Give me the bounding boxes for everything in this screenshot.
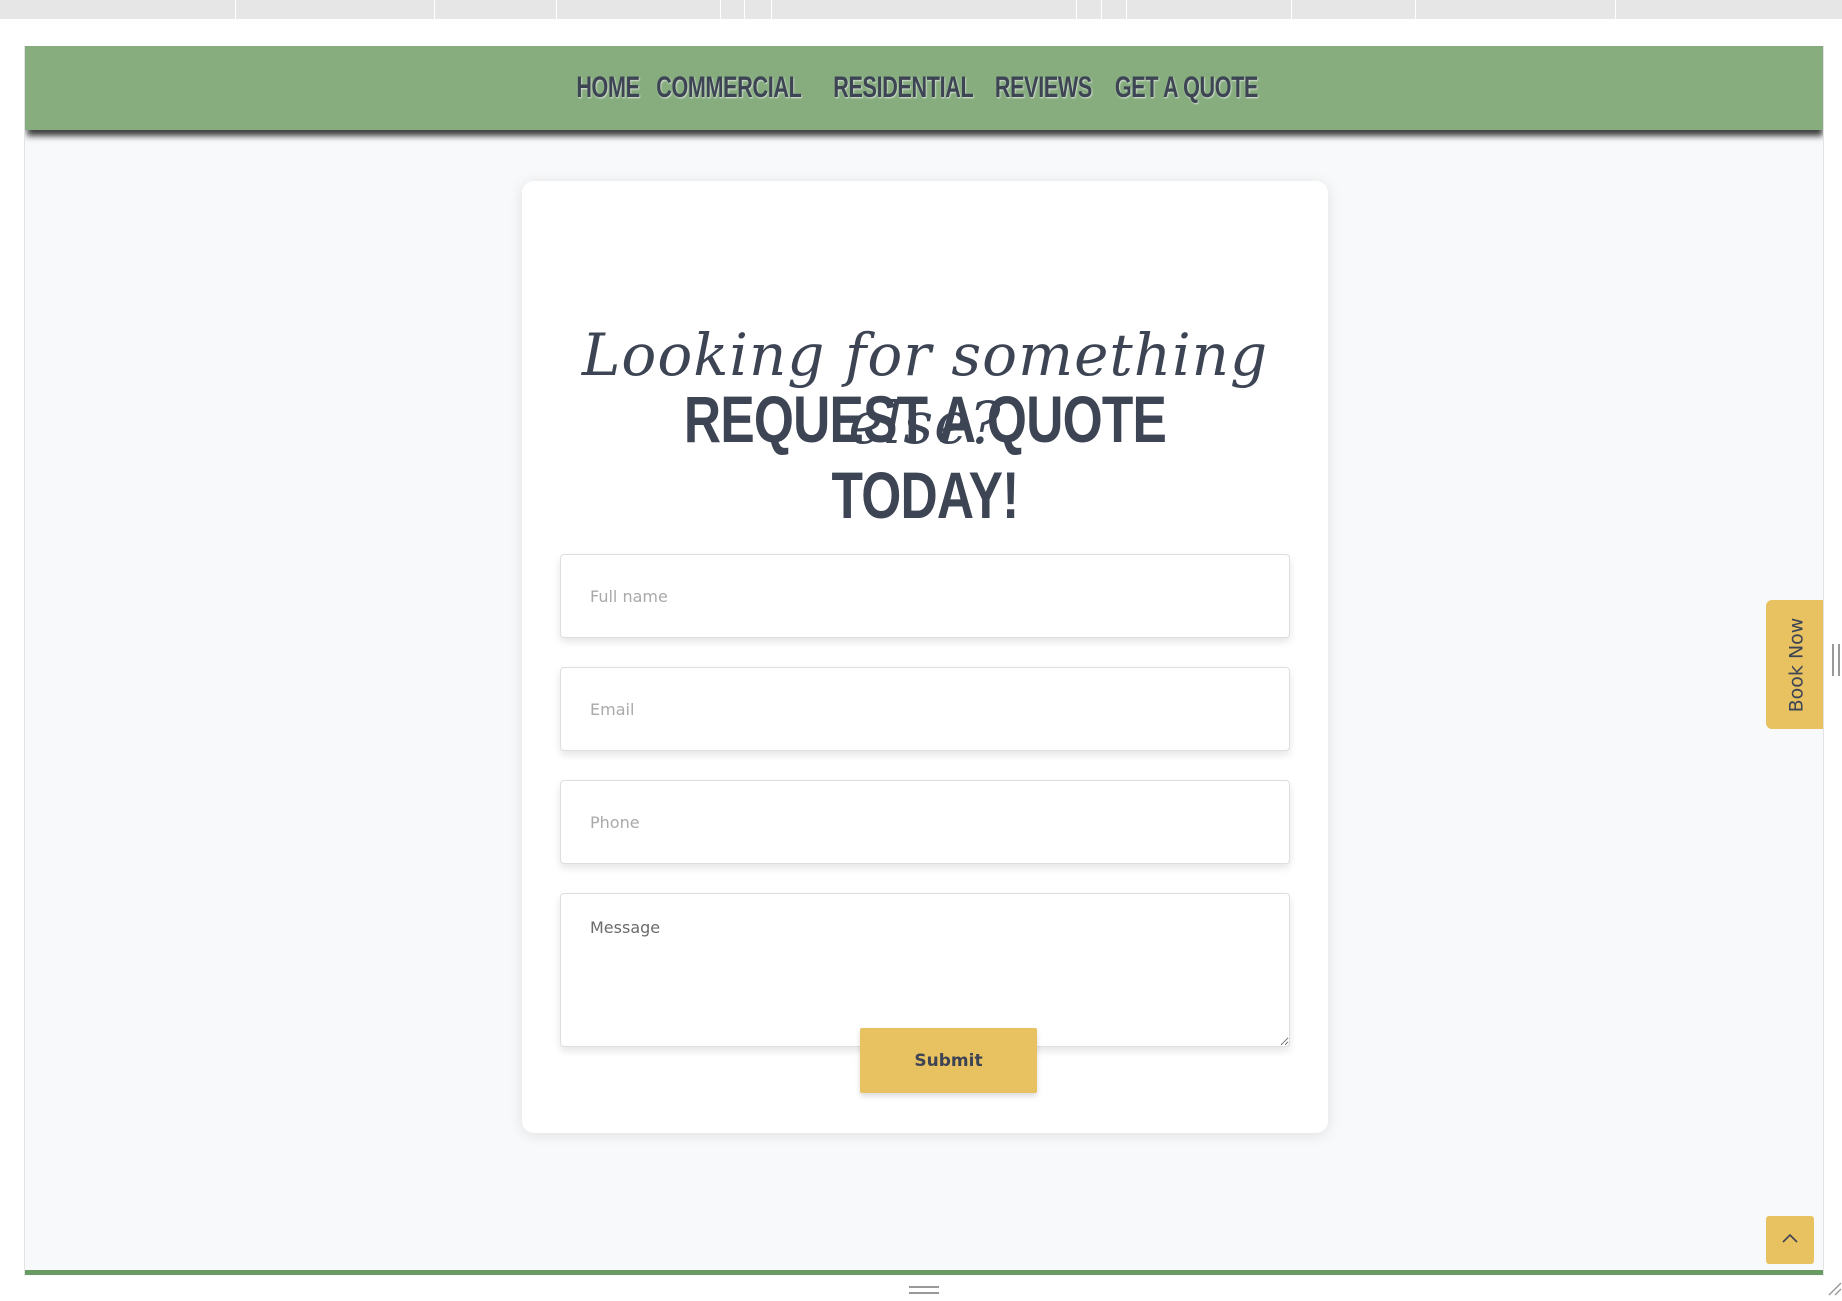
full-name-field[interactable] bbox=[560, 554, 1290, 638]
side-resize-handle[interactable] bbox=[1832, 644, 1840, 676]
ruler-tick bbox=[1101, 0, 1102, 19]
nav-item-get-a-quote[interactable]: GET A QUOTE bbox=[1115, 71, 1259, 105]
ruler-tick bbox=[1415, 0, 1416, 19]
phone-field[interactable] bbox=[560, 780, 1290, 864]
ruler-tick bbox=[1126, 0, 1127, 19]
ruler-tick bbox=[235, 0, 236, 19]
ruler-tick bbox=[1076, 0, 1077, 19]
ruler-tick bbox=[1291, 0, 1292, 19]
page-canvas: HOME COMMERCIAL RESIDENTIAL REVIEWS GET … bbox=[24, 46, 1824, 1276]
resize-corner-icon[interactable] bbox=[1826, 1280, 1842, 1296]
book-now-tab[interactable]: Book Now bbox=[1766, 600, 1823, 729]
message-field[interactable] bbox=[560, 893, 1290, 1047]
ruler-tick bbox=[1615, 0, 1616, 19]
main-navbar: HOME COMMERCIAL RESIDENTIAL REVIEWS GET … bbox=[25, 46, 1823, 130]
nav-item-reviews[interactable]: REVIEWS bbox=[995, 71, 1092, 105]
nav-item-residential[interactable]: RESIDENTIAL bbox=[833, 71, 973, 105]
page-title: REQUEST A QUOTE TODAY! bbox=[683, 382, 1167, 532]
quote-form-card: Looking for something else? REQUEST A QU… bbox=[522, 181, 1328, 1133]
chevron-up-icon bbox=[1781, 1231, 1799, 1249]
bottom-resize-handle[interactable] bbox=[909, 1286, 939, 1294]
ruler-tick bbox=[771, 0, 772, 19]
nav-item-home[interactable]: HOME bbox=[576, 71, 640, 105]
footer-divider bbox=[25, 1270, 1823, 1275]
ruler-tick bbox=[434, 0, 435, 19]
ruler-tick bbox=[744, 0, 745, 19]
submit-button[interactable]: Submit bbox=[860, 1028, 1037, 1093]
ruler-tick bbox=[720, 0, 721, 19]
editor-ruler bbox=[0, 0, 1842, 19]
nav-item-commercial[interactable]: COMMERCIAL bbox=[656, 71, 802, 105]
email-field[interactable] bbox=[560, 667, 1290, 751]
scroll-top-button[interactable] bbox=[1766, 1216, 1814, 1264]
book-now-label: Book Now bbox=[1785, 617, 1808, 712]
ruler-tick bbox=[556, 0, 557, 19]
